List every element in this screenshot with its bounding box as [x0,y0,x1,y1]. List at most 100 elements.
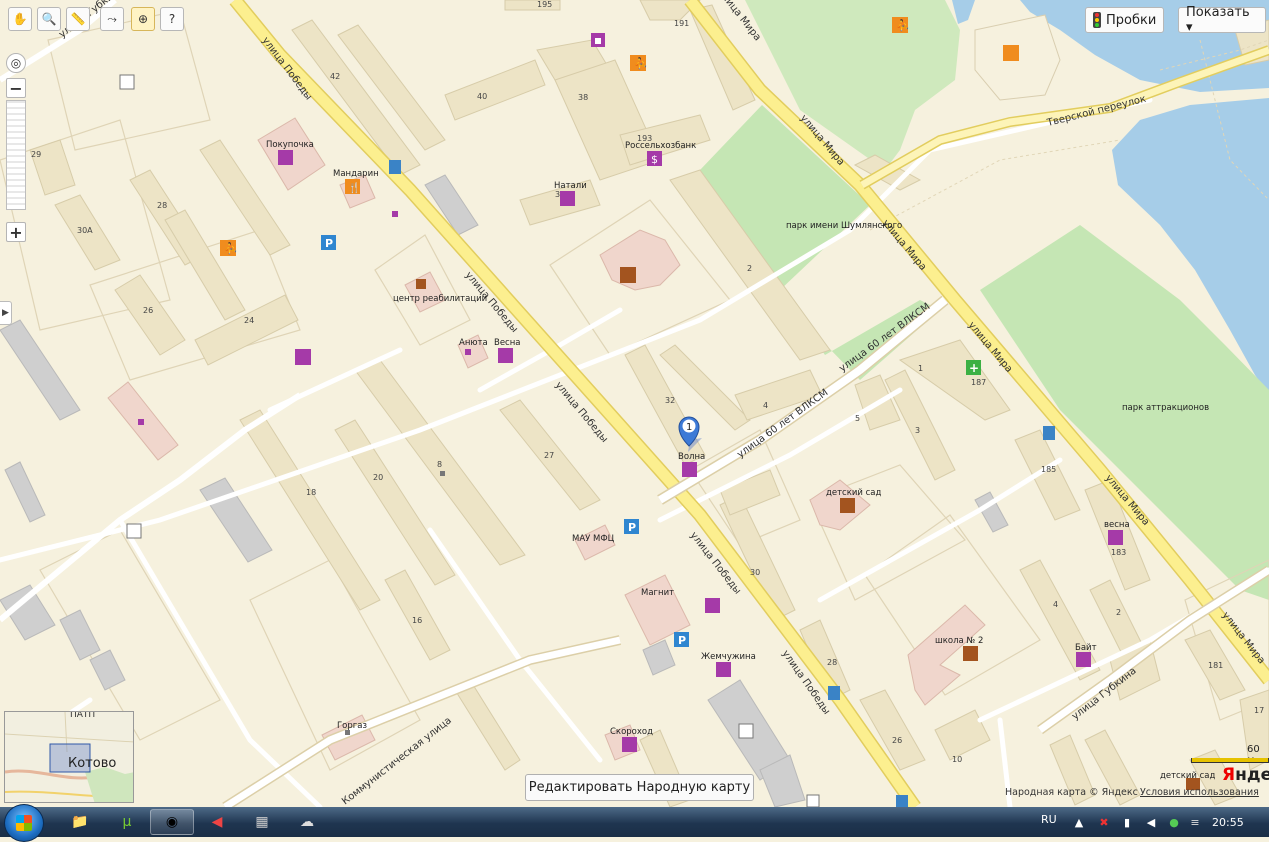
zoom-in-button[interactable]: + [6,222,26,242]
shop-icon[interactable] [1108,530,1123,545]
minus-icon: − [9,78,23,98]
svg-text:⛹: ⛹ [896,18,910,32]
chrome-taskbar-button[interactable]: ◉ [150,809,194,835]
bus-stop-icon[interactable] [389,160,401,174]
edit-people-map-button[interactable]: Редактировать Народную карту [525,774,754,801]
map-svg[interactable]: улица Победы улица Победы улица Победы у… [0,0,1269,807]
building-number: 187 [971,378,986,387]
poi-label: Байт [1075,643,1097,653]
shop-icon[interactable] [682,462,697,477]
building-number: 183 [1111,548,1126,557]
building-number: 26 [892,736,902,745]
poi-label: Натали [554,181,587,191]
building-number: 5 [855,414,860,423]
poi-label: Скороход [610,727,653,737]
locate-button[interactable]: ◎ [6,53,26,73]
shop-icon[interactable] [295,349,311,365]
building-icon[interactable] [119,74,135,90]
zoom-slider[interactable] [6,100,26,210]
overview-minimap[interactable]: ПАТП Котово [4,711,134,803]
show-layers-dropdown[interactable]: Показать ▾ [1178,5,1266,35]
building-icon[interactable] [738,723,754,739]
lake-water [952,0,975,24]
traffic-button[interactable]: Пробки [1085,7,1165,33]
hand-tool-button[interactable]: ✋ [8,7,32,31]
bus-stop-icon[interactable] [1043,426,1055,440]
building-number: 4 [1053,600,1058,609]
calculator-icon: ▦ [255,814,269,830]
tray-alert-icon[interactable]: ✖ [1097,815,1111,829]
small-poi-icon [465,349,471,355]
terms-link[interactable]: Условия использования [1140,787,1259,798]
explorer-taskbar-button[interactable]: 📁 [58,809,102,835]
calculator-taskbar-button[interactable]: ▦ [240,809,284,835]
language-indicator[interactable]: RU [1041,813,1057,826]
building-icon[interactable] [806,794,820,807]
supermarket-icon[interactable] [278,150,293,165]
poi-label: Магнит [641,588,674,598]
tray-update-icon[interactable]: ● [1167,815,1181,829]
building-number: 29 [31,150,41,159]
poi-label: центр реабилитации [393,294,487,304]
magnifier-tool-button[interactable]: 🔍 [37,7,61,31]
shop-cart-icon[interactable] [498,348,513,363]
traffic-label: Пробки [1106,12,1157,28]
start-button[interactable] [4,804,44,842]
tray-volume-icon[interactable]: ◀ [1144,815,1158,829]
poi-label: Анюта [459,338,488,348]
park-label: парк аттракционов [1122,403,1209,413]
bus-stop-icon[interactable] [896,795,908,807]
school-icon[interactable] [963,646,978,661]
building-number: 4 [763,401,768,410]
building-number: 30 [750,568,760,577]
yandex-logo: Яндекс [1222,765,1269,785]
clothing-shop-icon[interactable] [622,737,637,752]
marker-number: 1 [686,422,692,433]
svg-text:🍴: 🍴 [348,181,360,194]
poi-label: весна [1104,520,1130,530]
building-number: 30А [77,226,93,235]
help-cursor-tool-button[interactable]: ? [160,7,184,31]
medical-center-icon[interactable] [416,279,426,289]
ruler-tool-button[interactable]: 📏 [66,7,90,31]
speaker-icon: ◀ [211,814,223,830]
hair-salon-icon[interactable] [560,191,575,206]
recreation-icon[interactable] [1003,45,1019,61]
small-poi-icon [392,211,398,217]
garage-icon[interactable] [126,523,142,539]
utorrent-taskbar-button[interactable]: µ [105,809,149,835]
kindergarten-icon[interactable] [840,498,855,513]
svg-text:$: $ [651,153,658,166]
svg-text:P: P [325,237,333,250]
app-taskbar-button[interactable]: ☁ [285,809,329,835]
bus-stop-icon[interactable] [828,686,840,700]
map-canvas[interactable]: улица Победы улица Победы улица Победы у… [0,0,1269,807]
supermarket-icon[interactable] [705,598,720,613]
overview-town-label: Котово [68,756,116,771]
tray-network-icon[interactable]: ▮ [1120,815,1134,829]
zoom-out-button[interactable]: − [6,78,26,98]
sidebar-toggle-button[interactable]: ▶ [0,301,12,325]
tray-arrow-icon[interactable]: ▲ [1072,815,1086,829]
chevron-right-icon: ▶ [2,308,9,318]
tray-app-icon[interactable]: ≡ [1188,815,1202,829]
electronics-shop-icon[interactable] [1076,652,1091,667]
copyright-text: Народная карта © Яндекс [1005,787,1138,798]
media-player-taskbar-button[interactable]: ◀ [195,809,239,835]
poi-label: детский сад [826,488,881,498]
building-number: 10 [952,755,962,764]
building-number: 191 [674,19,689,28]
poi-label: Волна [678,452,705,462]
poi-label: детский сад [1160,771,1215,781]
add-object-tool-button[interactable]: ⊕ [131,7,155,31]
building-number: 181 [1208,661,1223,670]
svg-text:⛹: ⛹ [224,241,238,255]
poi-label: Мандарин [333,169,379,179]
clock[interactable]: 20:55 [1212,816,1244,829]
traffic-light-icon [1093,12,1101,28]
jewelry-icon[interactable] [716,662,731,677]
kindergarten-icon[interactable] [620,267,636,283]
hand-icon: ✋ [12,12,28,26]
utorrent-icon: µ [122,814,132,830]
route-tool-button[interactable]: ⤳ [100,7,124,31]
